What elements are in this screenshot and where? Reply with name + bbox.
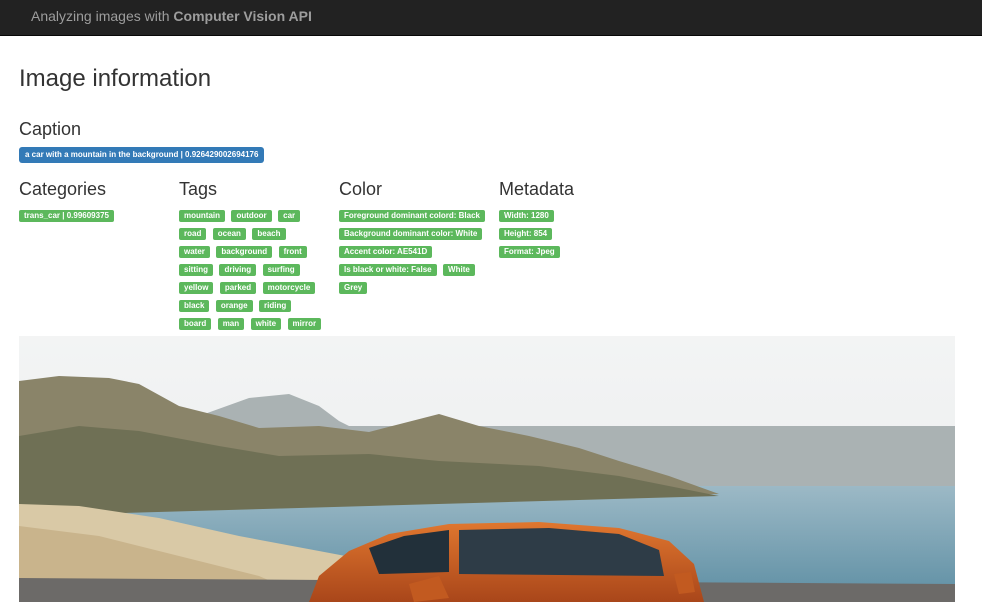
tag-label: surfing — [262, 264, 300, 276]
tag-label: mirror — [287, 318, 322, 330]
tag-label: mountain — [179, 210, 225, 222]
color-heading: Color — [339, 179, 383, 199]
caption-heading: Caption — [19, 119, 82, 139]
tag-label: car — [278, 210, 301, 222]
tag-label: orange — [215, 300, 253, 312]
page-title: Image information — [19, 65, 212, 92]
tag-label: ocean — [212, 228, 246, 240]
caption-badge: a car with a mountain in the background … — [19, 147, 265, 163]
tag-label: parked — [219, 282, 257, 294]
tag-label: front — [278, 246, 307, 258]
metadata-label: Width: 1280 — [499, 210, 554, 222]
tag-label: driving — [219, 264, 257, 276]
tag-label: sitting — [179, 264, 213, 276]
tag-label: beach — [252, 228, 286, 240]
metadata-section: Metadata Width: 1280 Height: 854 Format:… — [499, 179, 649, 264]
metadata-label: Height: 854 — [499, 228, 553, 240]
color-label: Background dominant color: White — [339, 228, 483, 240]
color-list: Foreground dominant colord: Black Backgr… — [339, 210, 486, 300]
tag-label: road — [179, 228, 207, 240]
brand-name: Computer Vision API — [173, 8, 312, 24]
color-label: Grey — [339, 282, 368, 294]
metadata-heading: Metadata — [499, 179, 575, 199]
navbar: Analyzing images with Computer Vision AP… — [0, 0, 982, 36]
color-label: White — [443, 264, 475, 276]
tag-label: yellow — [179, 282, 214, 294]
color-label: Foreground dominant colord: Black — [339, 210, 486, 222]
metadata-label: Format: Jpeg — [499, 246, 560, 258]
tag-label: white — [250, 318, 282, 330]
tag-label: outdoor — [231, 210, 272, 222]
color-label: Is black or white: False — [339, 264, 437, 276]
tag-label: black — [179, 300, 210, 312]
categories-list: trans_car | 0.99609375 — [19, 210, 164, 228]
tags-section: Tags mountain outdoor car road ocean bea… — [179, 179, 329, 354]
brand-prefix: Analyzing images with — [31, 8, 174, 24]
caption-section: Caption a car with a mountain in the bac… — [19, 119, 265, 163]
color-section: Color Foreground dominant colord: Black … — [339, 179, 489, 300]
analyzed-image — [19, 336, 955, 602]
tag-label: water — [179, 246, 210, 258]
categories-heading: Categories — [19, 179, 107, 199]
tag-label: motorcycle — [262, 282, 316, 294]
navbar-brand[interactable]: Analyzing images with Computer Vision AP… — [31, 8, 312, 24]
tag-label: board — [179, 318, 212, 330]
tag-label: man — [217, 318, 245, 330]
metadata-list: Width: 1280 Height: 854 Format: Jpeg — [499, 210, 644, 264]
tags-list: mountain outdoor car road ocean beach wa… — [179, 210, 324, 354]
tags-heading: Tags — [179, 179, 218, 199]
category-label: trans_car | 0.99609375 — [19, 210, 114, 222]
tag-label: background — [216, 246, 273, 258]
car-coast-photo — [19, 336, 955, 602]
tag-label: riding — [259, 300, 292, 312]
categories-section: Categories trans_car | 0.99609375 — [19, 179, 169, 228]
color-label: Accent color: AE541D — [339, 246, 433, 258]
